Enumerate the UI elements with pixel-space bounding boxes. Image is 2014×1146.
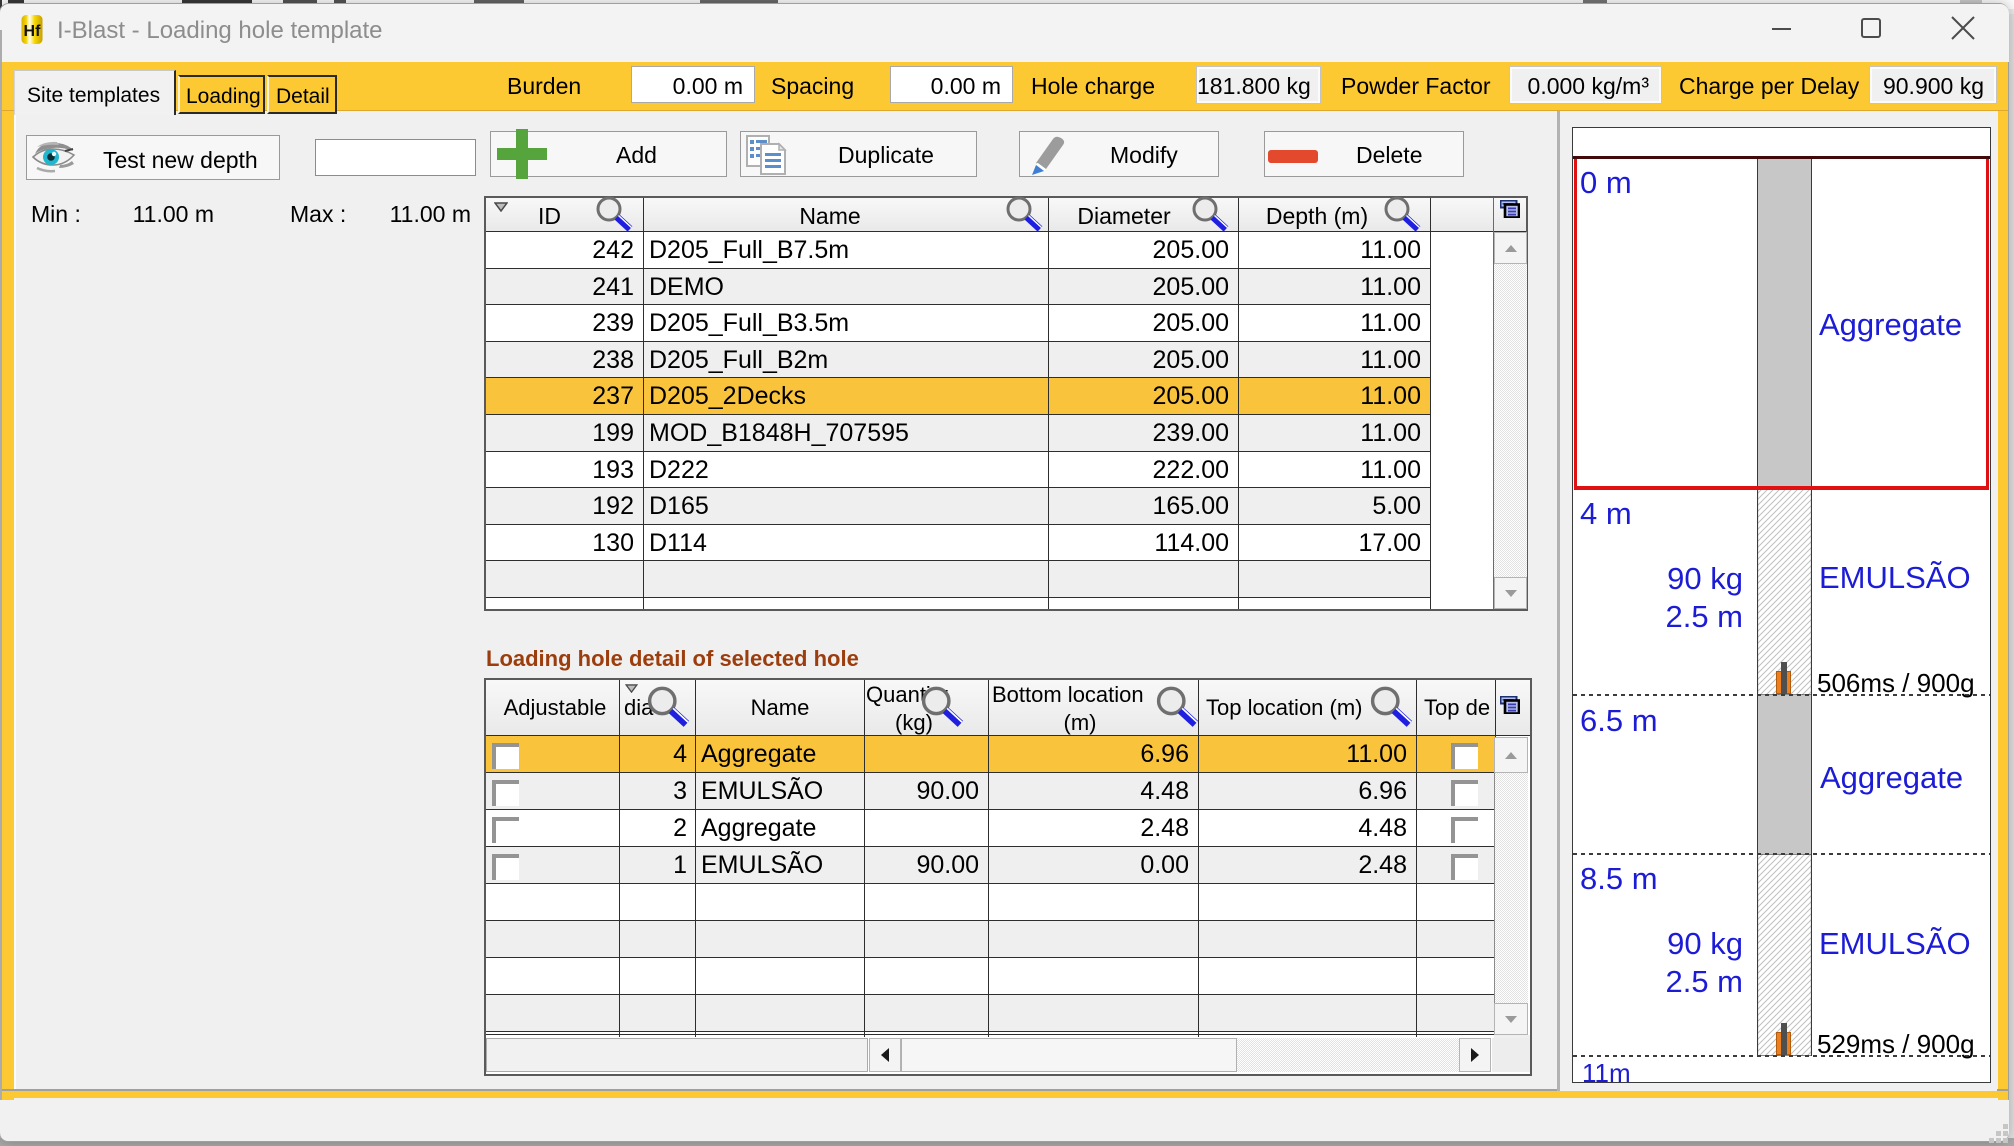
svg-text:Hf: Hf <box>24 23 42 40</box>
